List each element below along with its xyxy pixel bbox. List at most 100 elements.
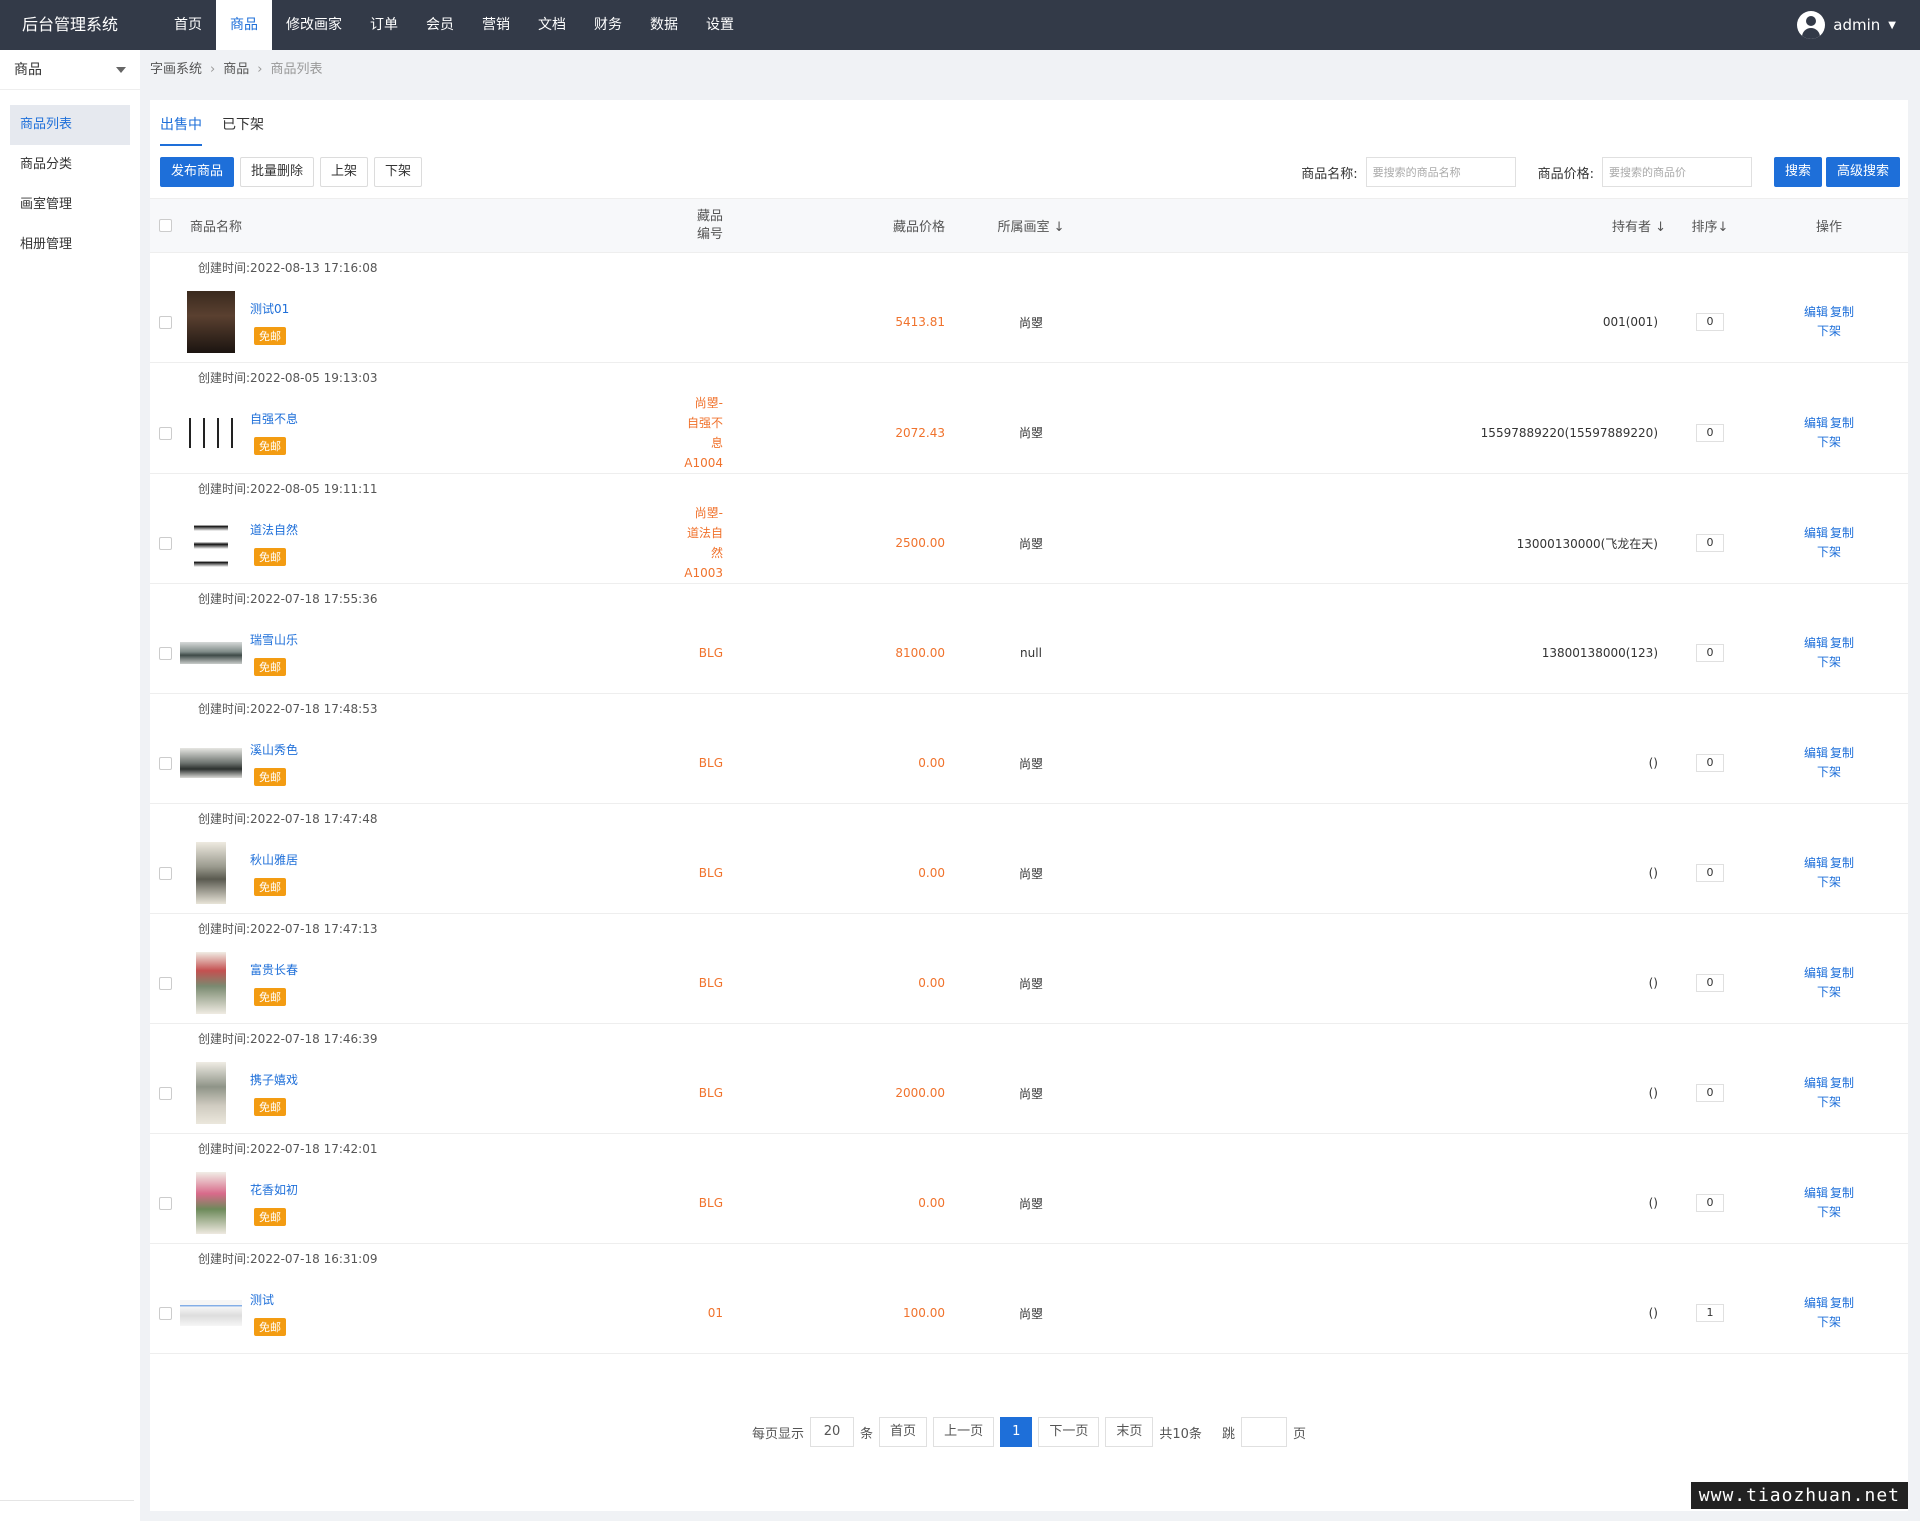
- last-page-button[interactable]: 末页: [1105, 1417, 1154, 1447]
- copy-link[interactable]: 复制: [1830, 1186, 1854, 1200]
- product-thumbnail[interactable]: [180, 1300, 242, 1327]
- row-checkbox[interactable]: [158, 1197, 172, 1211]
- off-shelf-link[interactable]: 下架: [1817, 435, 1841, 449]
- sort-input[interactable]: 0: [1696, 423, 1724, 442]
- product-name-link[interactable]: 秋山雅居: [250, 851, 470, 868]
- edit-link[interactable]: 编辑: [1804, 305, 1828, 319]
- edit-link[interactable]: 编辑: [1804, 526, 1828, 540]
- sort-input[interactable]: 0: [1696, 1084, 1724, 1103]
- sidebar-item[interactable]: 商品列表: [10, 105, 130, 145]
- jump-page-input[interactable]: [1240, 1417, 1287, 1447]
- row-checkbox[interactable]: [158, 426, 172, 440]
- next-page-button[interactable]: 下一页: [1038, 1417, 1100, 1447]
- off-shelf-link[interactable]: 下架: [1817, 875, 1841, 889]
- sort-input[interactable]: 0: [1696, 974, 1724, 993]
- sidebar-item[interactable]: 相册管理: [10, 225, 130, 265]
- product-thumbnail[interactable]: [187, 291, 235, 354]
- topnav-item[interactable]: 会员: [412, 0, 468, 50]
- product-thumbnail[interactable]: [180, 642, 242, 665]
- col-price[interactable]: 藏品价格: [735, 199, 945, 253]
- product-name-link[interactable]: 自强不息: [250, 410, 470, 427]
- topnav-item[interactable]: 首页: [160, 0, 216, 50]
- product-thumbnail[interactable]: [194, 513, 228, 573]
- topnav-item[interactable]: 修改画家: [272, 0, 356, 50]
- product-price-input[interactable]: [1601, 157, 1752, 187]
- edit-link[interactable]: 编辑: [1804, 1186, 1828, 1200]
- breadcrumb-item[interactable]: 商品: [223, 50, 249, 90]
- product-name-link[interactable]: 花香如初: [250, 1181, 470, 1198]
- topnav-item[interactable]: 设置: [692, 0, 748, 50]
- product-thumbnail[interactable]: [180, 748, 242, 779]
- topnav-item[interactable]: 数据: [636, 0, 692, 50]
- product-thumbnail[interactable]: [196, 952, 226, 1015]
- off-shelf-link[interactable]: 下架: [1817, 765, 1841, 779]
- topnav-item[interactable]: 文档: [524, 0, 580, 50]
- off-shelf-link[interactable]: 下架: [1817, 1315, 1841, 1329]
- edit-link[interactable]: 编辑: [1804, 856, 1828, 870]
- row-checkbox[interactable]: [158, 977, 172, 991]
- sort-input[interactable]: 1: [1696, 1304, 1724, 1323]
- product-thumbnail[interactable]: [196, 842, 226, 905]
- row-checkbox[interactable]: [158, 757, 172, 771]
- edit-link[interactable]: 编辑: [1804, 966, 1828, 980]
- product-thumbnail[interactable]: [183, 417, 239, 448]
- off-shelf-link[interactable]: 下架: [1817, 985, 1841, 999]
- topnav-item[interactable]: 财务: [580, 0, 636, 50]
- edit-link[interactable]: 编辑: [1804, 746, 1828, 760]
- row-checkbox[interactable]: [158, 537, 172, 550]
- edit-link[interactable]: 编辑: [1804, 636, 1828, 650]
- edit-link[interactable]: 编辑: [1804, 1076, 1828, 1090]
- copy-link[interactable]: 复制: [1830, 416, 1854, 430]
- topnav-item[interactable]: 订单: [356, 0, 412, 50]
- topnav-item[interactable]: 商品: [216, 0, 272, 50]
- off-shelf-link[interactable]: 下架: [1817, 1205, 1841, 1219]
- sort-input[interactable]: 0: [1696, 1194, 1724, 1213]
- copy-link[interactable]: 复制: [1830, 966, 1854, 980]
- sidebar-item[interactable]: 画室管理: [10, 185, 130, 225]
- row-checkbox[interactable]: [158, 316, 172, 330]
- copy-link[interactable]: 复制: [1830, 746, 1854, 760]
- sidebar-header[interactable]: 商品: [0, 50, 140, 90]
- sort-input[interactable]: 0: [1696, 534, 1724, 552]
- batch-delete-button[interactable]: 批量删除: [240, 157, 315, 187]
- off-shelf-link[interactable]: 下架: [1817, 324, 1841, 338]
- col-studio[interactable]: 所属画室 ↓: [945, 199, 1117, 253]
- copy-link[interactable]: 复制: [1830, 305, 1854, 319]
- product-name-link[interactable]: 携子嬉戏: [250, 1071, 470, 1088]
- row-checkbox[interactable]: [158, 647, 172, 661]
- copy-link[interactable]: 复制: [1830, 856, 1854, 870]
- user-menu[interactable]: admin ▼: [1797, 0, 1896, 50]
- tab-on-sale[interactable]: 出售中: [160, 112, 202, 146]
- sidebar-item[interactable]: 商品分类: [10, 145, 130, 185]
- product-name-input[interactable]: [1365, 157, 1516, 187]
- product-name-link[interactable]: 道法自然: [250, 521, 470, 538]
- current-page-button[interactable]: 1: [1000, 1417, 1033, 1447]
- col-sort[interactable]: 排序↓: [1670, 199, 1750, 253]
- off-shelf-link[interactable]: 下架: [1817, 1095, 1841, 1109]
- search-button[interactable]: 搜索: [1773, 157, 1822, 187]
- off-shelf-link[interactable]: 下架: [1817, 545, 1841, 559]
- sort-input[interactable]: 0: [1696, 754, 1724, 773]
- tab-off-shelf[interactable]: 已下架: [222, 112, 264, 146]
- sort-input[interactable]: 0: [1696, 864, 1724, 883]
- product-name-link[interactable]: 富贵长春: [250, 961, 470, 978]
- first-page-button[interactable]: 首页: [879, 1417, 928, 1447]
- prev-page-button[interactable]: 上一页: [933, 1417, 995, 1447]
- copy-link[interactable]: 复制: [1830, 1076, 1854, 1090]
- per-page-input[interactable]: 20: [810, 1417, 855, 1447]
- off-shelf-link[interactable]: 下架: [1817, 655, 1841, 669]
- product-name-link[interactable]: 溪山秀色: [250, 741, 470, 758]
- publish-product-button[interactable]: 发布商品: [160, 157, 235, 187]
- row-checkbox[interactable]: [158, 1307, 172, 1321]
- product-name-link[interactable]: 瑞雪山乐: [250, 631, 470, 648]
- row-checkbox[interactable]: [158, 867, 172, 881]
- col-owner[interactable]: 持有者 ↓: [1117, 199, 1670, 253]
- breadcrumb-item[interactable]: 字画系统: [150, 50, 202, 90]
- row-checkbox[interactable]: [158, 1087, 172, 1101]
- select-all-checkbox[interactable]: [158, 219, 172, 232]
- product-name-link[interactable]: 测试01: [250, 300, 470, 317]
- product-thumbnail[interactable]: [196, 1172, 226, 1235]
- sort-input[interactable]: 0: [1696, 644, 1724, 663]
- product-thumbnail[interactable]: [196, 1062, 226, 1125]
- product-name-link[interactable]: 测试: [250, 1291, 470, 1308]
